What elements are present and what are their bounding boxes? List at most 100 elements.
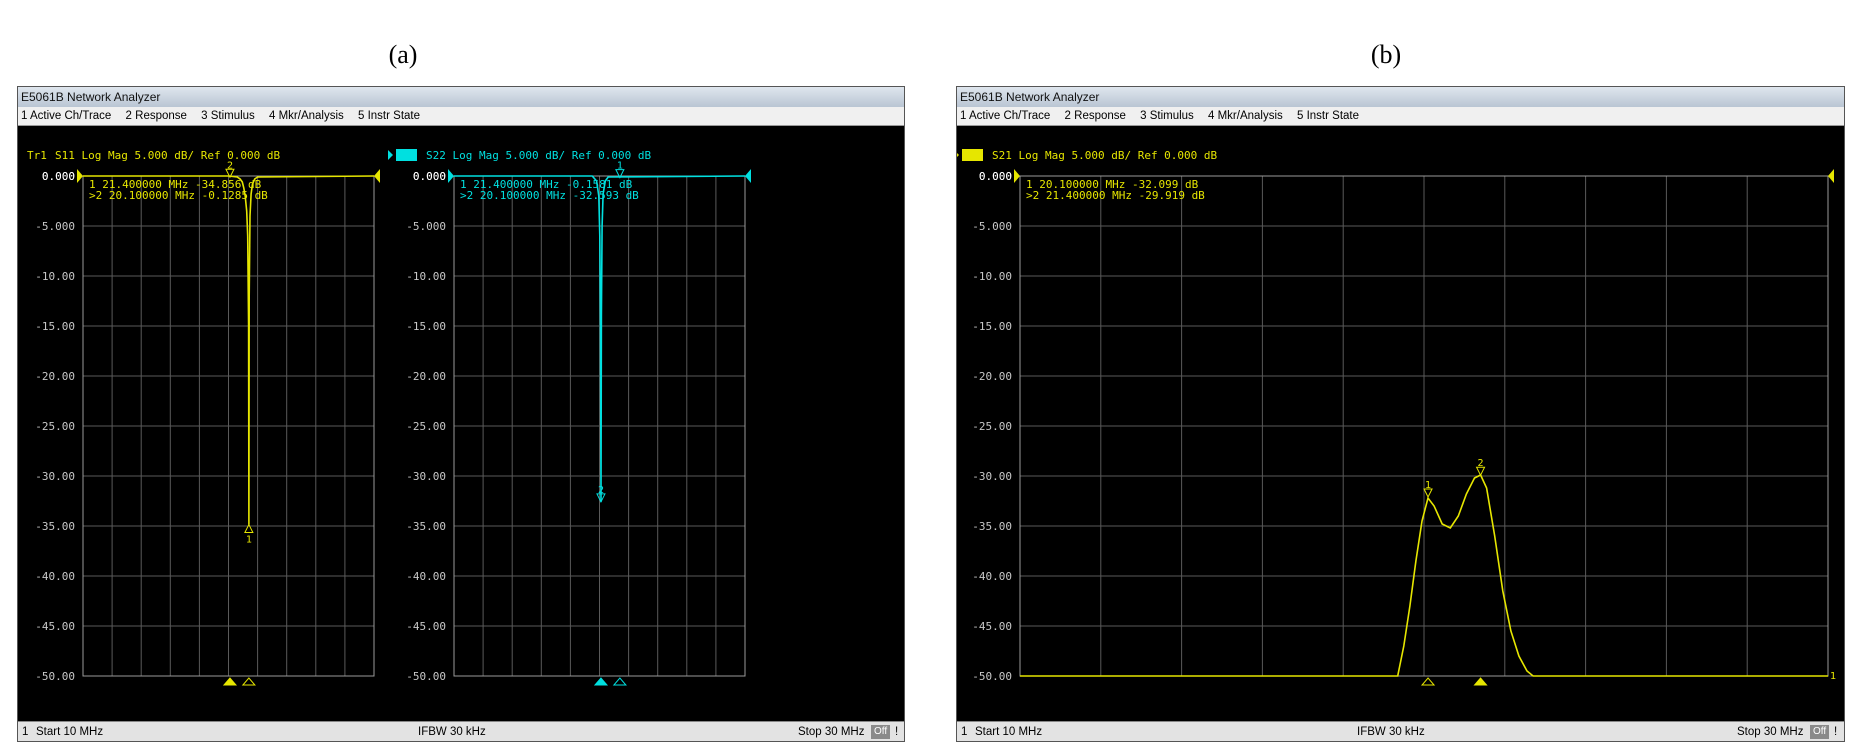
y-tick-label: -25.00 [406,420,446,433]
y-tick-label: -35.00 [406,520,446,533]
y-tick-label: -25.00 [972,420,1012,433]
y-tick-label: -40.00 [406,570,446,583]
y-tick-label: -45.00 [972,620,1012,633]
status-start: Start 10 MHz [36,726,104,738]
trace-label: Tr1 [27,149,47,162]
y-tick-label: -20.00 [972,370,1012,383]
marker-number: 1 [1425,480,1431,491]
status-ifbw: IFBW 30 kHz [1357,726,1425,738]
plot-canvas-b: Tr1S21 Log Mag 5.000 dB/ Ref 0.000 dB0.0… [954,149,1836,686]
menu-mkr-analysis[interactable]: 4 Mkr/Analysis [269,110,344,122]
marker-readout: >2 20.100000 MHz -0.1285 dB [89,189,268,202]
chart-group-a-left: Tr1 S11 Log Mag 5.000 dB/ Ref 0.000 dB 0.0… [27,149,380,686]
status-channel: 1 [961,726,968,738]
ref-level-right-arrow-icon [374,169,380,183]
trace-end-label: 1 [1830,671,1836,682]
y-tick-label: -50.00 [972,670,1012,683]
ref-level-left-arrow-icon [1014,169,1020,183]
y-tick-label: -5.000 [35,220,75,233]
marker-position-indicator-icon [1420,677,1436,686]
y-tick-label: -10.00 [972,270,1012,283]
y-tick-label: -15.00 [972,320,1012,333]
status-off-badge[interactable]: Off [871,725,891,739]
status-start: Start 10 MHz [975,726,1043,738]
marker-1: 1 [241,523,256,686]
y-tick-label: -45.00 [35,620,75,633]
marker-readout: >2 20.100000 MHz -32.593 dB [460,189,639,202]
menu-response[interactable]: 2 Response [126,110,187,122]
status-ifbw: IFBW 30 kHz [418,726,486,738]
window-title: E5061B Network Analyzer [18,87,904,107]
status-stop: Stop 30 MHz [798,726,865,738]
menu-bar: 1 Active Ch/Trace 2 Response 3 Stimulus … [957,107,1844,126]
marker-number: 2 [227,160,233,171]
marker-1: 1 [612,161,627,686]
menu-active-ch-trace[interactable]: 1 Active Ch/Trace [960,110,1050,122]
menu-stimulus[interactable]: 3 Stimulus [1140,110,1194,122]
marker-number: 1 [617,161,623,172]
trace-header: S21 Log Mag 5.000 dB/ Ref 0.000 dB [992,149,1218,162]
marker-number: 2 [1478,458,1484,469]
menu-bar: 1 Active Ch/Trace 2 Response 3 Stimulus … [18,107,904,126]
ref-level-left-arrow-icon [77,169,83,183]
marker-2: 2 [1473,458,1488,686]
y-tick-label: -40.00 [972,570,1012,583]
y-tick-label: -35.00 [35,520,75,533]
menu-instr-state[interactable]: 5 Instr State [358,110,420,122]
menu-response[interactable]: 2 Response [1065,110,1126,122]
marker-position-indicator-icon [612,677,627,686]
y-tick-label: -20.00 [406,370,446,383]
marker-position-indicator-icon [222,677,238,686]
ref-level-label: 0.000 [979,170,1012,183]
caption-b: (b) [1370,40,1402,69]
y-tick-label: -5.000 [972,220,1012,233]
marker-readout: >2 21.400000 MHz -29.919 dB [1026,189,1205,202]
status-off-badge[interactable]: Off [1810,725,1830,739]
chart-group-b: Tr1S21 Log Mag 5.000 dB/ Ref 0.000 dB0.0… [954,149,1836,686]
network-analyzer-window-a: E5061B Network Analyzer 1 Active Ch/Trac… [17,86,905,742]
y-tick-label: -15.00 [406,320,446,333]
window-title: E5061B Network Analyzer [957,87,1844,107]
marker-2: 2 [593,485,609,686]
ref-level-right-arrow-icon [1828,169,1834,183]
marker-number: 1 [246,535,252,546]
marker-2: 2 [222,160,238,686]
network-analyzer-window-b: E5061B Network Analyzer 1 Active Ch/Trac… [954,86,1845,742]
menu-stimulus[interactable]: 3 Stimulus [201,110,255,122]
status-channel: 1 [22,726,29,738]
marker-position-indicator-icon [241,677,256,686]
y-tick-label: -5.000 [406,220,446,233]
y-tick-label: -25.00 [35,420,75,433]
menu-active-ch-trace[interactable]: 1 Active Ch/Trace [21,110,111,122]
y-tick-label: -50.00 [406,670,446,683]
y-tick-label: -50.00 [35,670,75,683]
ref-level-right-arrow-icon [745,169,751,183]
status-stop: Stop 30 MHz [1737,726,1804,738]
status-bar: 1 Start 10 MHz IFBW 30 kHz Stop 30 MHz O… [18,721,904,741]
marker-number: 2 [598,485,604,496]
y-tick-label: -30.00 [406,470,446,483]
caption-a: (a) [388,40,418,69]
ref-level-label: 0.000 [413,170,446,183]
y-tick-label: -20.00 [35,370,75,383]
status-flag: ! [895,726,899,738]
status-bar: 1 Start 10 MHz IFBW 30 kHz Stop 30 MHz O… [957,721,1844,741]
active-trace-arrow-icon [954,150,959,160]
menu-instr-state[interactable]: 5 Instr State [1297,110,1359,122]
y-tick-label: -10.00 [406,270,446,283]
plot-canvas-a: Tr1 S11 Log Mag 5.000 dB/ Ref 0.000 dB 0.0… [27,149,751,686]
menu-mkr-analysis[interactable]: 4 Mkr/Analysis [1208,110,1283,122]
y-tick-label: -40.00 [35,570,75,583]
chart-group-a-right: Tr2S22 Log Mag 5.000 dB/ Ref 0.000 dB0.0… [388,149,751,686]
trace-badge [396,149,417,161]
y-tick-label: -30.00 [35,470,75,483]
trace-header: S11 Log Mag 5.000 dB/ Ref 0.000 dB [55,149,281,162]
trace-badge [962,149,983,161]
marker-position-indicator-icon [593,677,609,686]
y-tick-label: -30.00 [972,470,1012,483]
y-tick-label: -15.00 [35,320,75,333]
marker-position-indicator-icon [1473,677,1488,686]
y-tick-label: -10.00 [35,270,75,283]
ref-level-label: 0.000 [42,170,75,183]
y-tick-label: -35.00 [972,520,1012,533]
